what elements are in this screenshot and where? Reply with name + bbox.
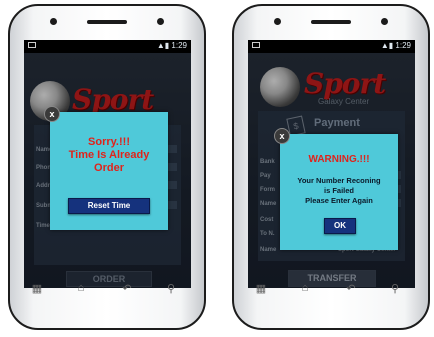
sensor-dot: [274, 18, 281, 25]
reset-time-button[interactable]: Reset Time: [68, 198, 150, 214]
dialog-message: Please Enter Again: [305, 196, 373, 205]
dialog-title: Sorry.!!!: [88, 136, 130, 148]
screen-right: ▲▮ 1:29 Sport Galaxy Center $ Payment Ba…: [248, 40, 415, 288]
status-bar: ▲▮ 1:29: [248, 40, 415, 53]
search-icon[interactable]: ⚲: [162, 282, 180, 295]
clock-text: 1:29: [395, 41, 411, 50]
phone-left: ▲▮ 1:29 Sport Name Phone Address Submit …: [8, 4, 206, 330]
phone-right: ▲▮ 1:29 Sport Galaxy Center $ Payment Ba…: [232, 4, 430, 330]
warning-dialog: WARNING.!!! Your Number Reconing is Fail…: [280, 134, 398, 250]
dialog-message: Time Is Already: [68, 149, 150, 161]
dialog-title: WARNING.!!!: [308, 154, 370, 165]
home-icon[interactable]: ⌂: [72, 282, 90, 294]
recent-apps-icon[interactable]: ▦: [28, 282, 46, 295]
status-bar: ▲▮ 1:29: [24, 40, 191, 53]
camera-dot: [157, 18, 164, 25]
status-time: ▲▮ 1:29: [156, 41, 187, 50]
clock-text: 1:29: [171, 41, 187, 50]
status-time: ▲▮ 1:29: [380, 41, 411, 50]
notification-icon: [252, 42, 260, 48]
close-dialog-icon[interactable]: x: [274, 128, 290, 144]
sensor-dot: [50, 18, 57, 25]
dialog-message: is Failed: [323, 186, 354, 195]
camera-dot: [381, 18, 388, 25]
close-dialog-icon[interactable]: x: [44, 106, 60, 122]
dialog-message: Order: [94, 162, 124, 174]
home-icon[interactable]: ⌂: [296, 282, 314, 294]
back-icon[interactable]: ↶: [118, 282, 136, 295]
hardware-navbar: ▦ ⌂ ↶ ⚲: [10, 278, 204, 306]
ok-button[interactable]: OK: [324, 218, 356, 234]
search-icon[interactable]: ⚲: [386, 282, 404, 295]
back-icon[interactable]: ↶: [342, 282, 360, 295]
notification-icon: [28, 42, 36, 48]
sorry-dialog: Sorry.!!! Time Is Already Order Reset Ti…: [50, 112, 168, 230]
hardware-navbar: ▦ ⌂ ↶ ⚲: [234, 278, 428, 306]
speaker-grille: [87, 20, 127, 24]
speaker-grille: [311, 20, 351, 24]
recent-apps-icon[interactable]: ▦: [252, 282, 270, 295]
dialog-message: Your Number Reconing: [297, 176, 381, 185]
screen-left: ▲▮ 1:29 Sport Name Phone Address Submit …: [24, 40, 191, 288]
